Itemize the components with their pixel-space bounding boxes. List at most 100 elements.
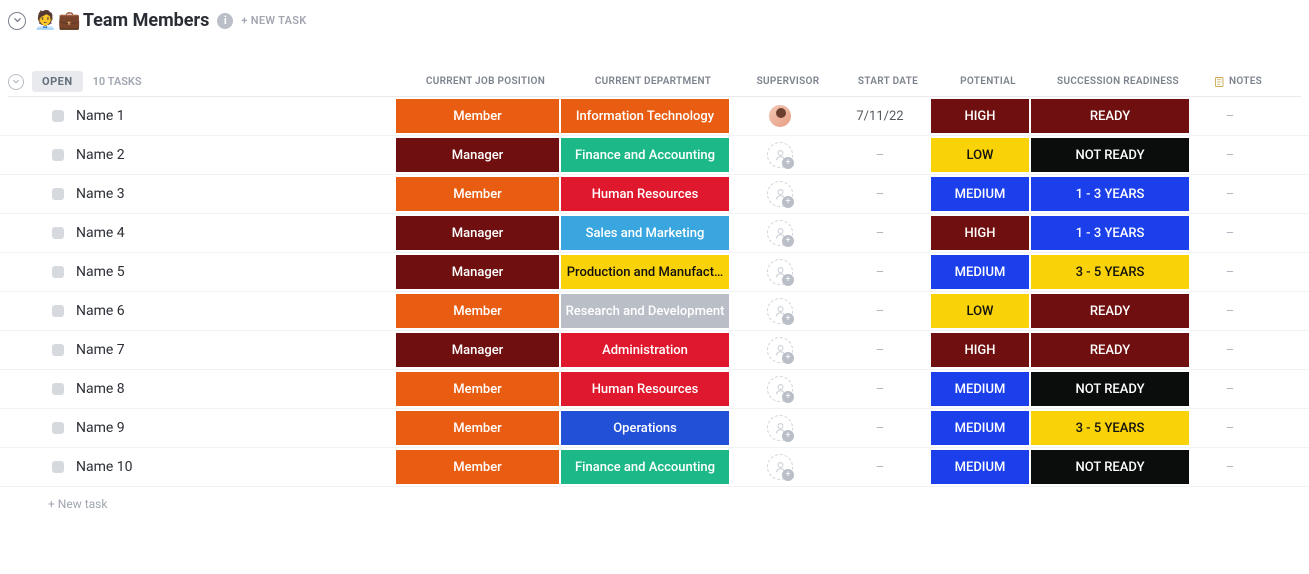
task-name[interactable]: Name 5: [76, 264, 125, 280]
start-date-cell[interactable]: –: [830, 226, 930, 241]
add-supervisor-button[interactable]: +: [767, 337, 793, 363]
status-square-icon[interactable]: [52, 461, 64, 473]
start-date-cell[interactable]: –: [830, 265, 930, 280]
new-task-row[interactable]: + New task: [0, 487, 1309, 521]
group-status-pill[interactable]: OPEN: [32, 71, 83, 92]
start-date-cell[interactable]: –: [830, 382, 930, 397]
task-name[interactable]: Name 3: [76, 186, 125, 202]
potential-chip[interactable]: MEDIUM: [931, 411, 1029, 445]
add-supervisor-button[interactable]: +: [767, 142, 793, 168]
column-header-start-date[interactable]: START DATE: [838, 76, 938, 87]
position-chip[interactable]: Member: [396, 372, 559, 406]
task-name[interactable]: Name 4: [76, 225, 125, 241]
notes-cell[interactable]: –: [1190, 304, 1270, 319]
task-name[interactable]: Name 2: [76, 147, 125, 163]
succession-chip[interactable]: NOT READY: [1031, 450, 1189, 484]
column-header-succession[interactable]: SUCCESSION READINESS: [1038, 76, 1198, 87]
succession-chip[interactable]: 1 - 3 YEARS: [1031, 177, 1189, 211]
status-square-icon[interactable]: [52, 227, 64, 239]
department-chip[interactable]: Operations: [561, 411, 729, 445]
add-supervisor-button[interactable]: +: [767, 454, 793, 480]
notes-cell[interactable]: –: [1190, 148, 1270, 163]
potential-chip[interactable]: HIGH: [931, 99, 1029, 133]
status-square-icon[interactable]: [52, 188, 64, 200]
department-chip[interactable]: Administration: [561, 333, 729, 367]
status-square-icon[interactable]: [52, 266, 64, 278]
department-chip[interactable]: Information Technology: [561, 99, 729, 133]
notes-cell[interactable]: –: [1190, 265, 1270, 280]
column-header-notes[interactable]: NOTES: [1198, 76, 1278, 88]
status-square-icon[interactable]: [52, 110, 64, 122]
notes-cell[interactable]: –: [1190, 187, 1270, 202]
department-chip[interactable]: Human Resources: [561, 177, 729, 211]
position-chip[interactable]: Manager: [396, 255, 559, 289]
new-task-button[interactable]: + NEW TASK: [241, 14, 306, 27]
expand-list-icon[interactable]: [8, 12, 26, 30]
potential-chip[interactable]: MEDIUM: [931, 450, 1029, 484]
succession-chip[interactable]: NOT READY: [1031, 138, 1189, 172]
notes-cell[interactable]: –: [1190, 460, 1270, 475]
task-name[interactable]: Name 9: [76, 420, 125, 436]
add-supervisor-button[interactable]: +: [767, 376, 793, 402]
potential-chip[interactable]: HIGH: [931, 333, 1029, 367]
potential-chip[interactable]: LOW: [931, 138, 1029, 172]
task-name[interactable]: Name 6: [76, 303, 125, 319]
column-header-position[interactable]: CURRENT JOB POSITION: [403, 76, 568, 87]
potential-chip[interactable]: MEDIUM: [931, 177, 1029, 211]
start-date-cell[interactable]: –: [830, 187, 930, 202]
status-square-icon[interactable]: [52, 422, 64, 434]
department-chip[interactable]: Finance and Accounting: [561, 450, 729, 484]
notes-cell[interactable]: –: [1190, 343, 1270, 358]
task-name[interactable]: Name 1: [76, 108, 125, 124]
add-supervisor-button[interactable]: +: [767, 181, 793, 207]
succession-chip[interactable]: READY: [1031, 333, 1189, 367]
position-chip[interactable]: Member: [396, 99, 559, 133]
position-chip[interactable]: Member: [396, 294, 559, 328]
notes-cell[interactable]: –: [1190, 421, 1270, 436]
task-name[interactable]: Name 7: [76, 342, 125, 358]
status-square-icon[interactable]: [52, 305, 64, 317]
department-chip[interactable]: Sales and Marketing: [561, 216, 729, 250]
department-chip[interactable]: Production and Manufact…: [561, 255, 729, 289]
info-icon[interactable]: i: [217, 13, 233, 29]
column-header-department[interactable]: CURRENT DEPARTMENT: [568, 76, 738, 87]
succession-chip[interactable]: READY: [1031, 294, 1189, 328]
department-chip[interactable]: Finance and Accounting: [561, 138, 729, 172]
succession-chip[interactable]: NOT READY: [1031, 372, 1189, 406]
position-chip[interactable]: Member: [396, 450, 559, 484]
potential-chip[interactable]: LOW: [931, 294, 1029, 328]
potential-chip[interactable]: HIGH: [931, 216, 1029, 250]
department-chip[interactable]: Human Resources: [561, 372, 729, 406]
start-date-cell[interactable]: –: [830, 421, 930, 436]
succession-chip[interactable]: 1 - 3 YEARS: [1031, 216, 1189, 250]
potential-chip[interactable]: MEDIUM: [931, 372, 1029, 406]
add-supervisor-button[interactable]: +: [767, 415, 793, 441]
add-supervisor-button[interactable]: +: [767, 220, 793, 246]
start-date-cell[interactable]: –: [830, 460, 930, 475]
collapse-group-icon[interactable]: [8, 74, 24, 90]
status-square-icon[interactable]: [52, 383, 64, 395]
add-supervisor-button[interactable]: +: [767, 259, 793, 285]
column-header-potential[interactable]: POTENTIAL: [938, 76, 1038, 87]
start-date-cell[interactable]: –: [830, 343, 930, 358]
start-date-cell[interactable]: 7/11/22: [830, 109, 930, 124]
position-chip[interactable]: Manager: [396, 138, 559, 172]
position-chip[interactable]: Member: [396, 411, 559, 445]
column-header-supervisor[interactable]: SUPERVISOR: [738, 76, 838, 87]
notes-cell[interactable]: –: [1190, 226, 1270, 241]
succession-chip[interactable]: 3 - 5 YEARS: [1031, 411, 1189, 445]
notes-cell[interactable]: –: [1190, 109, 1270, 124]
supervisor-avatar[interactable]: [767, 103, 793, 129]
status-square-icon[interactable]: [52, 344, 64, 356]
succession-chip[interactable]: 3 - 5 YEARS: [1031, 255, 1189, 289]
position-chip[interactable]: Manager: [396, 216, 559, 250]
task-name[interactable]: Name 8: [76, 381, 125, 397]
start-date-cell[interactable]: –: [830, 148, 930, 163]
notes-cell[interactable]: –: [1190, 382, 1270, 397]
succession-chip[interactable]: READY: [1031, 99, 1189, 133]
start-date-cell[interactable]: –: [830, 304, 930, 319]
position-chip[interactable]: Manager: [396, 333, 559, 367]
add-supervisor-button[interactable]: +: [767, 298, 793, 324]
department-chip[interactable]: Research and Development: [561, 294, 729, 328]
potential-chip[interactable]: MEDIUM: [931, 255, 1029, 289]
